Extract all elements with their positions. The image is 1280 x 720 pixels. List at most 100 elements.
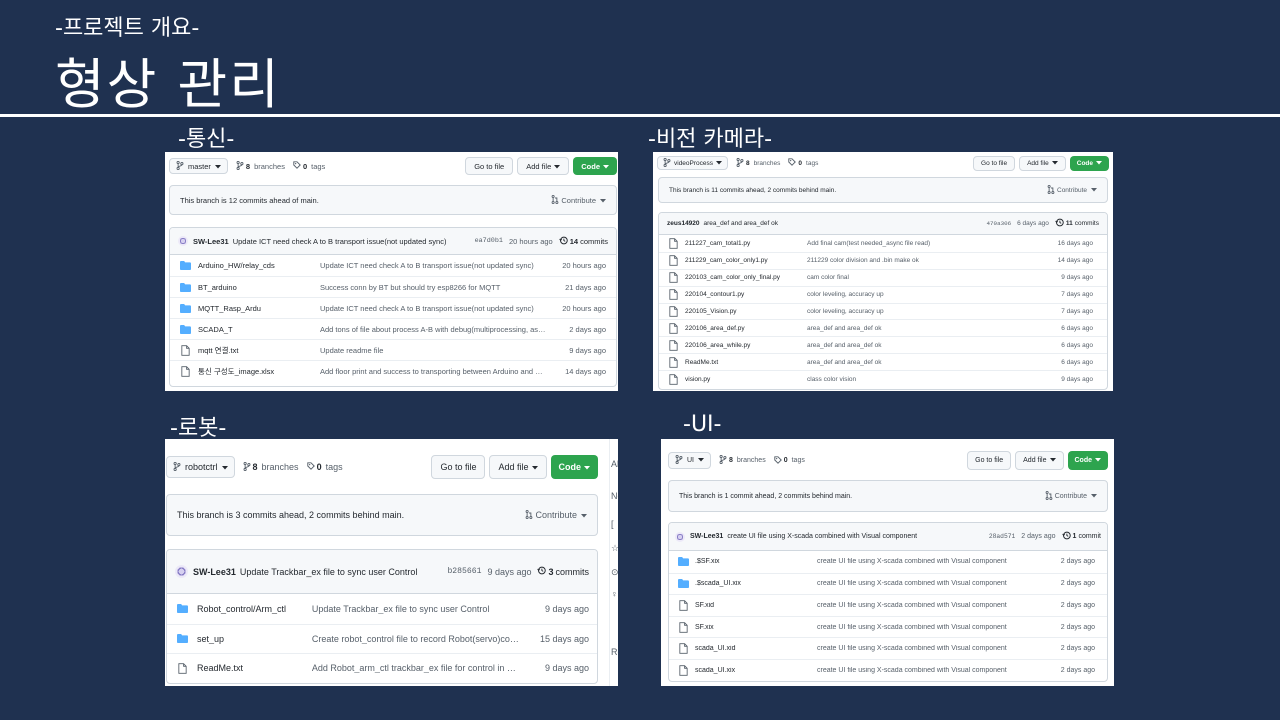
file-name-link[interactable]: .$scada_UI.xix (689, 580, 817, 587)
avatar[interactable] (675, 531, 685, 542)
file-row[interactable]: SF.xid create UI file using X-scada combi… (669, 594, 1107, 616)
branch-select-button[interactable]: master (169, 158, 228, 174)
file-name-link[interactable]: Arduino_HW/relay_cds (192, 261, 320, 270)
branches-link[interactable]: 8 branches (719, 454, 766, 466)
branches-link[interactable]: 8 branches (236, 160, 285, 172)
file-row[interactable]: 211227_cam_total1.py Add final cam(test n… (659, 235, 1107, 252)
go-to-file-button[interactable]: Go to file (465, 157, 514, 175)
file-name-link[interactable]: vision.py (679, 376, 807, 383)
file-commit-message[interactable]: Success conn by BT but should try esp826… (320, 283, 548, 292)
file-commit-message[interactable]: create UI file using X-scada combined wi… (817, 645, 1037, 652)
file-commit-message[interactable]: Update ICT need check A to B transport i… (320, 304, 548, 313)
file-name-link[interactable]: ReadMe.txt (189, 663, 312, 673)
go-to-file-button[interactable]: Go to file (967, 451, 1012, 470)
file-commit-message[interactable]: Add tons of file about process A-B with … (320, 325, 548, 334)
commit-author[interactable]: SW-Lee31 (690, 533, 723, 540)
go-to-file-button[interactable]: Go to file (973, 155, 1016, 171)
file-name-link[interactable]: ReadMe.txt (679, 359, 807, 366)
contribute-button[interactable]: Contribute (1047, 184, 1097, 196)
file-commit-message[interactable]: Update readme file (320, 346, 548, 355)
commit-author[interactable]: SW-Lee31 (193, 567, 236, 577)
file-commit-message[interactable]: 211229 color division and .bin make ok (807, 257, 1027, 264)
file-name-link[interactable]: 220105_Vision.py (679, 308, 807, 315)
file-commit-message[interactable]: Update ICT need check A to B transport i… (320, 261, 548, 270)
commits-history-link[interactable]: 14 commits (558, 236, 608, 247)
file-row[interactable]: .$scada_UI.xix create UI file using X-sca… (669, 572, 1107, 595)
file-name-link[interactable]: MQTT_Rasp_Ardu (192, 304, 320, 313)
commit-message[interactable]: create UI file using X-scada combined wi… (727, 533, 917, 540)
file-row[interactable]: ReadMe.txt area_def and area_def ok 6 days… (659, 353, 1107, 370)
tags-link[interactable]: 0 tags (774, 455, 805, 466)
file-commit-message[interactable]: Add final cam(test needed_async file rea… (807, 240, 1027, 247)
file-row[interactable]: MQTT_Rasp_Ardu Update ICT need check A to… (170, 297, 616, 318)
file-commit-message[interactable]: create UI file using X-scada combined wi… (817, 624, 1037, 631)
file-commit-message[interactable]: area_def and area_def ok (807, 342, 1027, 349)
commit-author[interactable]: SW-Lee31 (193, 237, 229, 246)
file-name-link[interactable]: 220103_cam_color_only_final.py (679, 274, 807, 281)
file-row[interactable]: 통신 구성도_image.xlsx Add floor print and suc… (170, 360, 616, 381)
file-name-link[interactable]: 220106_area_while.py (679, 342, 807, 349)
file-name-link[interactable]: 211227_cam_total1.py (679, 240, 807, 247)
tags-link[interactable]: 0 tags (293, 161, 325, 171)
avatar[interactable] (178, 236, 188, 246)
file-row[interactable]: 211229_cam_color_only1.py 211229 color di… (659, 251, 1107, 269)
file-row[interactable]: scada_UI.xid create UI file using X-scada… (669, 637, 1107, 659)
file-name-link[interactable]: scada_UI.xid (689, 645, 817, 652)
file-commit-message[interactable]: Update Trackbar_ex file to sync user Con… (312, 604, 520, 614)
branches-link[interactable]: 8 branches (243, 461, 299, 473)
branch-select-button[interactable]: UI (668, 452, 711, 469)
file-commit-message[interactable]: class color vision (807, 376, 1027, 383)
code-button[interactable]: Code (1067, 451, 1108, 470)
file-row[interactable]: ReadMe.txt Add Robot_arm_ctl trackbar_ex … (167, 653, 597, 683)
file-name-link[interactable]: SCADA_T (192, 325, 320, 334)
code-button[interactable]: Code (573, 157, 617, 175)
commit-hash[interactable]: ea7d0b1 (475, 237, 503, 245)
add-file-button[interactable]: Add file (489, 455, 547, 479)
code-button[interactable]: Code (1069, 155, 1109, 171)
file-commit-message[interactable]: color leveling, accuracy up (807, 291, 1027, 298)
file-commit-message[interactable]: area_def and area_def ok (807, 325, 1027, 332)
file-commit-message[interactable]: color leveling, accuracy up (807, 308, 1027, 315)
commit-message[interactable]: Update ICT need check A to B transport i… (233, 237, 447, 246)
branches-link[interactable]: 8 branches (736, 157, 780, 169)
branch-select-button[interactable]: videoProcess (657, 156, 729, 170)
file-row[interactable]: .$SF.xix create UI file using X-scada com… (669, 551, 1107, 573)
file-row[interactable]: 220104_contour1.py color leveling, accura… (659, 285, 1107, 303)
avatar[interactable] (175, 565, 188, 578)
file-row[interactable]: 220103_cam_color_only_final.py cam color … (659, 268, 1107, 286)
file-row[interactable]: 220106_area_while.py area_def and area_de… (659, 336, 1107, 353)
file-commit-message[interactable]: create UI file using X-scada combined wi… (817, 558, 1037, 565)
commits-history-link[interactable]: 3 commits (537, 566, 589, 577)
contribute-button[interactable]: Contribute (551, 194, 606, 206)
file-row[interactable]: SCADA_T Add tons of file about process A-… (170, 318, 616, 339)
file-name-link[interactable]: 220106_area_def.py (679, 325, 807, 332)
commit-message[interactable]: Update Trackbar_ex file to sync user Con… (240, 567, 418, 577)
file-name-link[interactable]: SF.xix (689, 624, 817, 631)
tags-link[interactable]: 0 tags (306, 462, 343, 472)
file-commit-message[interactable]: create UI file using X-scada combined wi… (817, 580, 1037, 587)
file-row[interactable]: mqtt 연결.txt Update readme file 9 days ago (170, 339, 616, 360)
commit-message[interactable]: area_def and area_def ok (704, 220, 778, 227)
file-row[interactable]: set_up Create robot_control file to recor… (167, 623, 597, 654)
file-row[interactable]: 220106_area_def.py area_def and area_def … (659, 319, 1107, 336)
file-row[interactable]: BT_arduino Success conn by BT but should … (170, 276, 616, 297)
file-row[interactable]: SF.xix create UI file using X-scada combi… (669, 615, 1107, 638)
file-commit-message[interactable]: Add Robot_arm_ctl trackbar_ex file for c… (312, 663, 520, 673)
file-row[interactable]: scada_UI.xix create UI file using X-scada… (669, 658, 1107, 681)
add-file-button[interactable]: Add file (1015, 451, 1064, 470)
file-row[interactable]: vision.py class color vision 9 days ago (659, 370, 1107, 387)
contribute-button[interactable]: Contribute (1045, 490, 1097, 502)
file-name-link[interactable]: 통신 구성도_image.xlsx (192, 366, 320, 377)
go-to-file-button[interactable]: Go to file (431, 455, 486, 479)
tags-link[interactable]: 0 tags (788, 158, 818, 168)
file-commit-message[interactable]: create UI file using X-scada combined wi… (817, 667, 1037, 674)
file-commit-message[interactable]: area_def and area_def ok (807, 359, 1027, 366)
commit-hash[interactable]: b285661 (447, 567, 481, 576)
contribute-button[interactable]: Contribute (525, 509, 587, 521)
code-button[interactable]: Code (550, 455, 598, 479)
file-name-link[interactable]: .$SF.xix (689, 558, 817, 565)
file-commit-message[interactable]: Create robot_control file to record Robo… (312, 634, 520, 644)
file-name-link[interactable]: set_up (189, 634, 312, 644)
file-name-link[interactable]: 211229_cam_color_only1.py (679, 257, 807, 264)
commit-author[interactable]: zeus14920 (667, 220, 700, 227)
